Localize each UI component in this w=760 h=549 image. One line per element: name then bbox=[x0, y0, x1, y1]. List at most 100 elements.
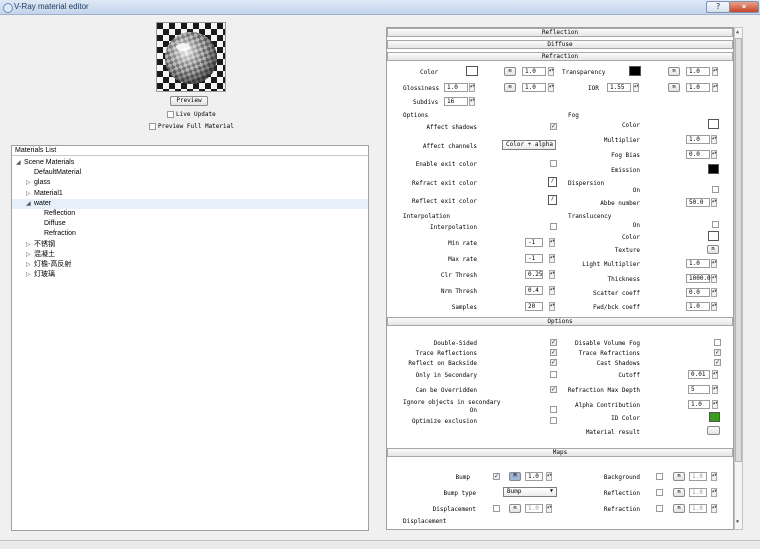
bump-amount[interactable]: 1.0 bbox=[525, 472, 543, 481]
section-options[interactable]: Options bbox=[387, 317, 733, 326]
affect-shadows-checkbox[interactable]: ✓ bbox=[550, 123, 557, 130]
optimize-exclusion-checkbox[interactable] bbox=[550, 417, 557, 424]
spinner-arrows-icon[interactable]: ▲▼ bbox=[712, 67, 718, 76]
spinner-arrows-icon[interactable]: ▲▼ bbox=[712, 385, 718, 394]
texture-map-button[interactable]: m bbox=[707, 245, 719, 254]
refr-color-swatch[interactable] bbox=[466, 66, 478, 76]
tree-item[interactable]: ◢ water bbox=[12, 198, 368, 209]
spinner-arrows-icon[interactable]: ▲▼ bbox=[546, 472, 552, 481]
bump-map-button[interactable]: M bbox=[509, 472, 521, 481]
samples-input[interactable]: 20 bbox=[525, 302, 543, 311]
material-result-button[interactable] bbox=[707, 426, 720, 435]
spinner-arrows-icon[interactable]: ▲▼ bbox=[469, 97, 475, 106]
spinner-arrows-icon[interactable]: ▲▼ bbox=[711, 198, 717, 207]
max-rate-input[interactable]: -1 bbox=[525, 254, 543, 263]
glossiness-amount[interactable]: 1.0 bbox=[522, 83, 546, 92]
expanded-arrow-icon[interactable]: ◢ bbox=[26, 199, 34, 209]
reflection-map-button[interactable]: m bbox=[673, 488, 685, 497]
affect-channels-select[interactable]: Color + alpha bbox=[502, 140, 556, 150]
cutoff-input[interactable]: 0.01 bbox=[688, 370, 710, 379]
fog-color-swatch[interactable] bbox=[708, 119, 719, 129]
refraction-map-checkbox[interactable] bbox=[656, 505, 663, 512]
transparency-map-button[interactable]: m bbox=[668, 67, 680, 76]
tree-item[interactable]: Refraction bbox=[12, 229, 368, 239]
section-reflection[interactable]: Reflection bbox=[387, 28, 733, 37]
background-amount[interactable]: 1.0 bbox=[689, 472, 707, 481]
disable-volume-fog-checkbox[interactable] bbox=[714, 339, 721, 346]
reflect-exit-swatch[interactable]: / bbox=[548, 195, 557, 205]
spinner-arrows-icon[interactable]: ▲▼ bbox=[546, 504, 552, 513]
bump-checkbox[interactable]: ✓ bbox=[493, 473, 500, 480]
ior-input[interactable]: 1.55 bbox=[607, 83, 631, 92]
spinner-arrows-icon[interactable]: ▲▼ bbox=[712, 370, 718, 379]
light-multiplier-input[interactable]: 1.0 bbox=[686, 259, 710, 268]
refr-color-map-button[interactable]: m bbox=[504, 67, 516, 76]
tree-item[interactable]: ▷ 灯檐-高反射 bbox=[12, 260, 368, 270]
collapsed-arrow-icon[interactable]: ▷ bbox=[26, 250, 34, 260]
displacement-checkbox[interactable] bbox=[493, 505, 500, 512]
translucency-color-swatch[interactable] bbox=[708, 231, 719, 241]
preview-button[interactable]: Preview bbox=[170, 96, 208, 106]
tree-item[interactable]: ▷ 不锈钢 bbox=[12, 240, 368, 250]
section-maps[interactable]: Maps bbox=[387, 448, 733, 457]
refr-color-amount[interactable]: 1.0 bbox=[522, 67, 546, 76]
spinner-arrows-icon[interactable]: ▲▼ bbox=[711, 302, 717, 311]
displacement-map-button[interactable]: m bbox=[509, 504, 521, 513]
transparency-amount[interactable]: 1.0 bbox=[686, 67, 710, 76]
spinner-arrows-icon[interactable]: ▲▼ bbox=[711, 288, 717, 297]
scroll-down-icon[interactable]: ▼ bbox=[736, 519, 739, 525]
collapsed-arrow-icon[interactable]: ▷ bbox=[26, 178, 34, 188]
background-map-button[interactable]: m bbox=[673, 472, 685, 481]
scatter-input[interactable]: 0.0 bbox=[686, 288, 710, 297]
tree-item[interactable]: ▷ 混凝土 bbox=[12, 250, 368, 260]
live-update-checkbox[interactable] bbox=[167, 111, 174, 118]
fog-bias-input[interactable]: 0.0 bbox=[686, 150, 710, 159]
tree-item[interactable]: ▷ glass bbox=[12, 178, 368, 188]
collapsed-arrow-icon[interactable]: ▷ bbox=[26, 260, 34, 270]
spinner-arrows-icon[interactable]: ▲▼ bbox=[711, 150, 717, 159]
fwdbck-input[interactable]: 1.0 bbox=[686, 302, 710, 311]
tree-item[interactable]: Reflection bbox=[12, 209, 368, 219]
preview-full-checkbox[interactable] bbox=[149, 123, 156, 130]
can-override-checkbox[interactable]: ✓ bbox=[550, 386, 557, 393]
spinner-arrows-icon[interactable]: ▲▼ bbox=[549, 302, 555, 311]
spinner-arrows-icon[interactable]: ▲▼ bbox=[549, 270, 555, 279]
abbe-input[interactable]: 50.0 bbox=[686, 198, 710, 207]
dispersion-on-checkbox[interactable] bbox=[712, 186, 719, 193]
translucency-on-checkbox[interactable] bbox=[712, 221, 719, 228]
spinner-arrows-icon[interactable]: ▲▼ bbox=[711, 504, 717, 513]
tree-item[interactable]: ▷ 灯玻璃 bbox=[12, 270, 368, 280]
spinner-arrows-icon[interactable]: ▲▼ bbox=[548, 67, 554, 76]
glossiness-map-button[interactable]: m bbox=[504, 83, 516, 92]
clr-thresh-input[interactable]: 0.25 bbox=[525, 270, 543, 279]
enable-exit-checkbox[interactable] bbox=[550, 160, 557, 167]
spinner-arrows-icon[interactable]: ▲▼ bbox=[711, 274, 717, 283]
spinner-arrows-icon[interactable]: ▲▼ bbox=[711, 135, 717, 144]
ignore-on-checkbox[interactable] bbox=[550, 406, 557, 413]
reflect-backside-checkbox[interactable]: ✓ bbox=[550, 359, 557, 366]
only-secondary-checkbox[interactable] bbox=[550, 371, 557, 378]
spinner-arrows-icon[interactable]: ▲▼ bbox=[712, 400, 718, 409]
nrm-thresh-input[interactable]: 0.4 bbox=[525, 286, 543, 295]
glossiness-input[interactable]: 1.0 bbox=[444, 83, 468, 92]
thickness-input[interactable]: 1000.0 bbox=[686, 274, 711, 283]
double-sided-checkbox[interactable]: ✓ bbox=[550, 339, 557, 346]
section-refraction[interactable]: Refraction bbox=[387, 52, 733, 61]
spinner-arrows-icon[interactable]: ▲▼ bbox=[469, 83, 475, 92]
interpolation-checkbox[interactable] bbox=[550, 223, 557, 230]
bump-type-select[interactable]: Bump bbox=[503, 487, 557, 497]
transparency-swatch[interactable] bbox=[629, 66, 641, 76]
spinner-arrows-icon[interactable]: ▲▼ bbox=[549, 254, 555, 263]
collapsed-arrow-icon[interactable]: ▷ bbox=[26, 270, 34, 280]
refraction-map-button[interactable]: m bbox=[673, 504, 685, 513]
alpha-contribution-input[interactable]: 1.0 bbox=[688, 400, 710, 409]
close-button[interactable]: × bbox=[729, 1, 759, 13]
scrollbar-thumb[interactable] bbox=[735, 38, 742, 462]
help-button[interactable]: ? bbox=[706, 1, 730, 13]
reflection-map-amount[interactable]: 1.0 bbox=[689, 488, 707, 497]
chevron-down-icon[interactable]: ▼ bbox=[550, 488, 553, 494]
emission-swatch[interactable] bbox=[708, 164, 719, 174]
tree-item[interactable]: ▷ Material1 bbox=[12, 189, 368, 199]
scroll-up-icon[interactable]: ▲ bbox=[736, 29, 739, 35]
spinner-arrows-icon[interactable]: ▲▼ bbox=[633, 83, 639, 92]
